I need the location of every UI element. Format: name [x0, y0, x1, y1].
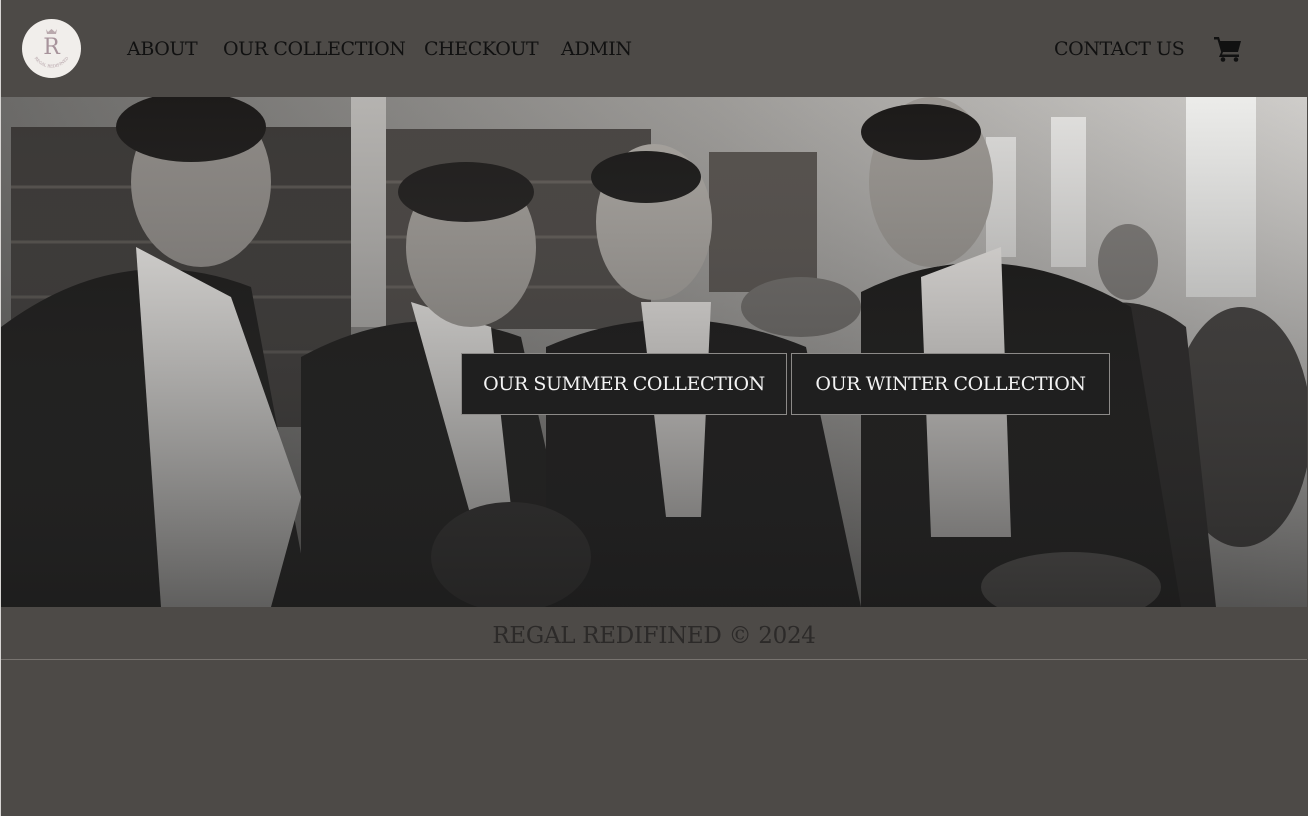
logo-emblem-icon: R REGAL REDIFINED [23, 20, 80, 77]
site-footer: REGAL REDIFINED © 2024 [1, 607, 1307, 660]
page: R REGAL REDIFINED ABOUT OUR COLLECTION C… [1, 0, 1307, 816]
svg-text:R: R [43, 35, 61, 60]
summer-collection-button[interactable]: OUR SUMMER COLLECTION [461, 353, 787, 415]
hero-banner: OUR SUMMER COLLECTION OUR WINTER COLLECT… [1, 97, 1307, 607]
brand-logo[interactable]: R REGAL REDIFINED [22, 19, 81, 78]
nav-checkout[interactable]: CHECKOUT [424, 38, 539, 60]
nav-admin[interactable]: ADMIN [561, 38, 632, 60]
winter-collection-button[interactable]: OUR WINTER COLLECTION [791, 353, 1110, 415]
shopping-cart-icon[interactable] [1213, 34, 1243, 62]
nav-about[interactable]: ABOUT [127, 38, 198, 60]
nav-contact-us[interactable]: CONTACT US [1054, 38, 1185, 60]
copyright-text: REGAL REDIFINED © 2024 [492, 623, 816, 649]
nav-our-collection[interactable]: OUR COLLECTION [223, 38, 406, 60]
site-header: R REGAL REDIFINED ABOUT OUR COLLECTION C… [1, 0, 1307, 97]
hero-photo [1, 97, 1307, 607]
